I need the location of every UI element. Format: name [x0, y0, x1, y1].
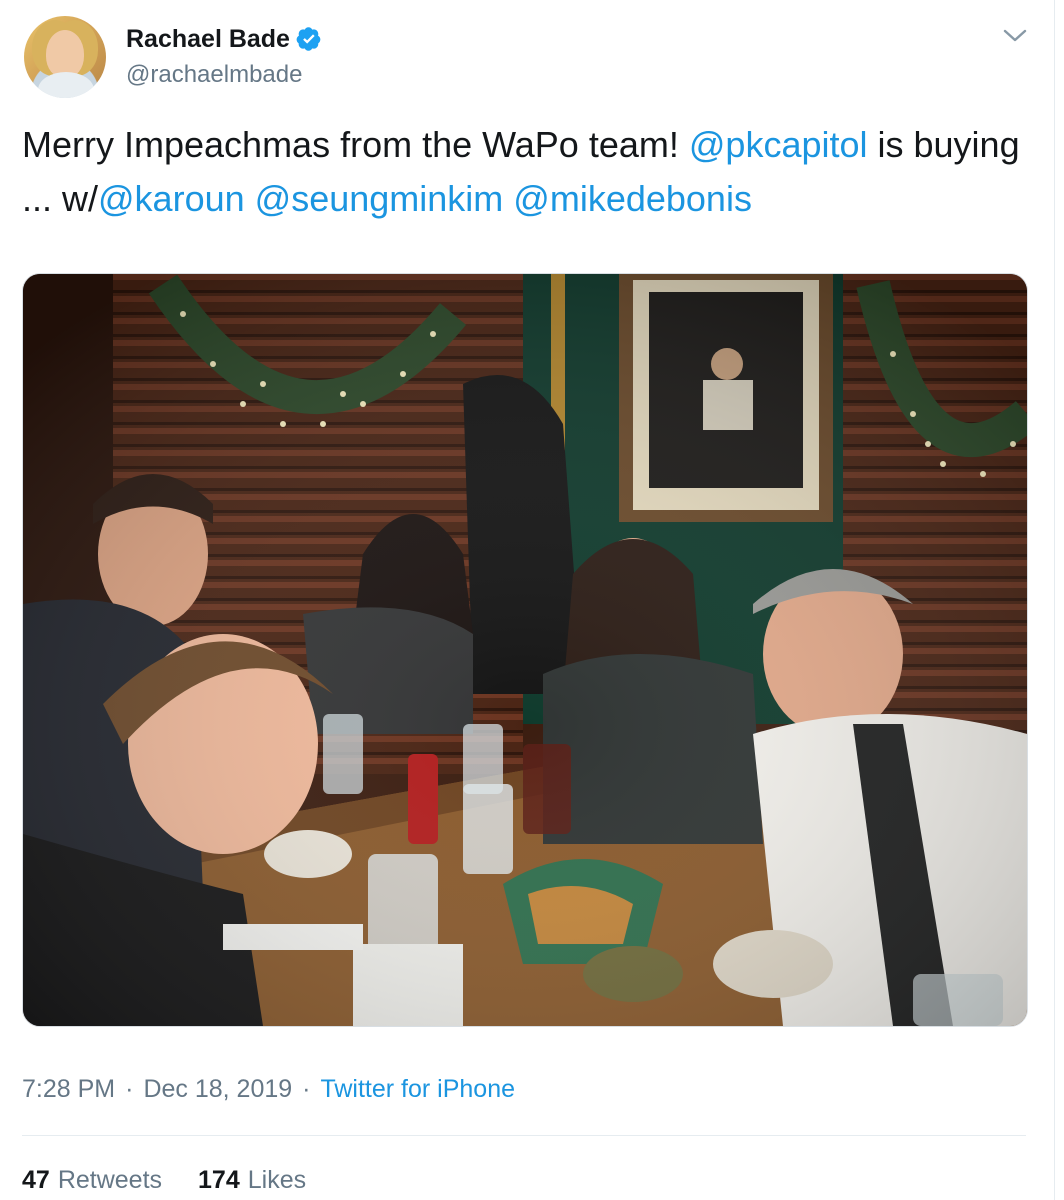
tweet-time[interactable]: 7:28 PM	[22, 1072, 115, 1106]
chevron-down-icon[interactable]	[1000, 26, 1030, 46]
author-name-row[interactable]: Rachael Bade	[126, 24, 322, 54]
mention-link-karoun[interactable]: @karoun	[98, 178, 245, 219]
retweets-count: 47	[22, 1166, 50, 1194]
verified-badge-icon	[296, 27, 321, 51]
restaurant-group-photo	[23, 274, 1027, 1026]
divider	[22, 1135, 1026, 1136]
tweet-text-segment: Merry Impeachmas from the WaPo team!	[22, 124, 689, 165]
meta-separator: ·	[125, 1075, 134, 1103]
timeline-border	[1054, 0, 1055, 1200]
tweet-stats: 47 Retweets 174 Likes	[22, 1163, 342, 1197]
tweet-photo[interactable]	[22, 273, 1028, 1027]
tweet-meta: 7:28 PM · Dec 18, 2019 · Twitter for iPh…	[22, 1072, 515, 1106]
tweet-date[interactable]: Dec 18, 2019	[143, 1072, 292, 1106]
mention-link-mikedebonis[interactable]: @mikedebonis	[513, 178, 752, 219]
meta-separator: ·	[302, 1075, 311, 1103]
likes-label: Likes	[247, 1166, 307, 1194]
likes-stat[interactable]: 174 Likes	[198, 1163, 306, 1197]
mention-link-seungminkim[interactable]: @seungminkim	[255, 178, 504, 219]
tweet-text-segment	[503, 178, 513, 219]
tweet-source-link[interactable]: Twitter for iPhone	[320, 1072, 515, 1106]
tweet-card: Rachael Bade @rachaelmbade Merry Impeach…	[0, 0, 1064, 1200]
avatar[interactable]	[24, 16, 106, 98]
retweets-label: Retweets	[57, 1166, 163, 1194]
retweets-stat[interactable]: 47 Retweets	[22, 1163, 162, 1197]
tweet-text: Merry Impeachmas from the WaPo team! @pk…	[22, 118, 1032, 226]
author-handle[interactable]: @rachaelmbade	[126, 60, 302, 90]
author-display-name[interactable]: Rachael Bade	[126, 24, 290, 54]
likes-count: 174	[198, 1166, 240, 1194]
mention-link-pkcapitol[interactable]: @pkcapitol	[689, 124, 868, 165]
tweet-text-segment	[245, 178, 255, 219]
